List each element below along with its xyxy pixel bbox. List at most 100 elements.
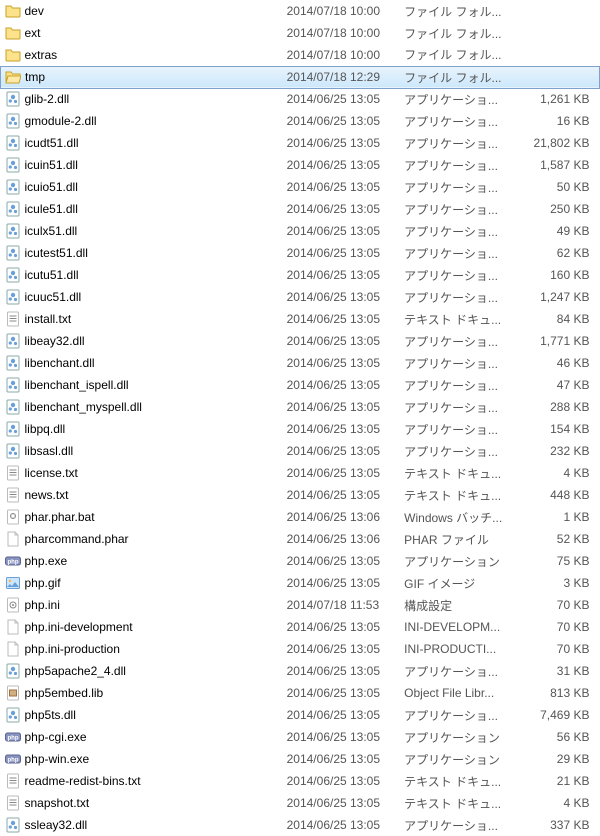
- file-name-cell[interactable]: icule51.dll: [1, 198, 283, 220]
- file-type-cell: アプリケーショ...: [400, 88, 518, 110]
- file-row[interactable]: php5ts.dll2014/06/25 13:05アプリケーショ...7,46…: [1, 704, 600, 726]
- file-name-cell[interactable]: php.ini-development: [1, 616, 283, 638]
- file-row[interactable]: news.txt2014/06/25 13:05テキスト ドキュ...448 K…: [1, 484, 600, 506]
- file-row[interactable]: gmodule-2.dll2014/06/25 13:05アプリケーショ...1…: [1, 110, 600, 132]
- file-size-cell: 70 KB: [518, 594, 600, 616]
- file-size-cell: [518, 22, 600, 44]
- file-name-cell[interactable]: libeay32.dll: [1, 330, 283, 352]
- file-name-cell[interactable]: iculx51.dll: [1, 220, 283, 242]
- file-name-label: libenchant_myspell.dll: [25, 400, 142, 414]
- file-row[interactable]: pharcommand.phar2014/06/25 13:06PHAR ファイ…: [1, 528, 600, 550]
- file-name-cell[interactable]: glib-2.dll: [1, 88, 283, 110]
- file-name-cell[interactable]: icuuc51.dll: [1, 286, 283, 308]
- file-name-cell[interactable]: php5embed.lib: [1, 682, 283, 704]
- file-name-cell[interactable]: libenchant_ispell.dll: [1, 374, 283, 396]
- file-row[interactable]: ext2014/07/18 10:00ファイル フォル...: [1, 22, 600, 44]
- file-name-cell[interactable]: phpphp-cgi.exe: [1, 726, 283, 748]
- file-row[interactable]: php.gif2014/06/25 13:05GIF イメージ3 KB: [1, 572, 600, 594]
- file-name-cell[interactable]: news.txt: [1, 484, 283, 506]
- file-name-cell[interactable]: php.ini: [1, 594, 283, 616]
- file-name-cell[interactable]: phpphp.exe: [1, 550, 283, 572]
- file-row[interactable]: libeay32.dll2014/06/25 13:05アプリケーショ...1,…: [1, 330, 600, 352]
- file-name-cell[interactable]: libenchant_myspell.dll: [1, 396, 283, 418]
- file-name-label: icudt51.dll: [25, 136, 79, 150]
- file-name-cell[interactable]: libpq.dll: [1, 418, 283, 440]
- file-row[interactable]: phpphp.exe2014/06/25 13:05アプリケーション75 KB: [1, 550, 600, 572]
- file-size-cell: [518, 0, 600, 22]
- file-row[interactable]: php5embed.lib2014/06/25 13:05Object File…: [1, 682, 600, 704]
- file-name-label: libsasl.dll: [25, 444, 74, 458]
- file-row[interactable]: icuin51.dll2014/06/25 13:05アプリケーショ...1,5…: [1, 154, 600, 176]
- file-type-cell: Object File Libr...: [400, 682, 518, 704]
- file-row[interactable]: php5apache2_4.dll2014/06/25 13:05アプリケーショ…: [1, 660, 600, 682]
- file-row[interactable]: icuio51.dll2014/06/25 13:05アプリケーショ...50 …: [1, 176, 600, 198]
- file-list[interactable]: dev2014/07/18 10:00ファイル フォル...ext2014/07…: [0, 0, 600, 836]
- file-name-cell[interactable]: install.txt: [1, 308, 283, 330]
- file-row[interactable]: extras2014/07/18 10:00ファイル フォル...: [1, 44, 600, 66]
- file-name-cell[interactable]: php.ini-production: [1, 638, 283, 660]
- file-row[interactable]: ssleay32.dll2014/06/25 13:05アプリケーショ...33…: [1, 814, 600, 836]
- file-row[interactable]: tmp2014/07/18 12:29ファイル フォル...: [1, 66, 600, 88]
- file-date-cell: 2014/06/25 13:05: [283, 726, 401, 748]
- file-date-cell: 2014/06/25 13:05: [283, 132, 401, 154]
- file-row[interactable]: php.ini-development2014/06/25 13:05INI-D…: [1, 616, 600, 638]
- file-type-cell: アプリケーション: [400, 726, 518, 748]
- file-name-cell[interactable]: readme-redist-bins.txt: [1, 770, 283, 792]
- file-row[interactable]: glib-2.dll2014/06/25 13:05アプリケーショ...1,26…: [1, 88, 600, 110]
- file-name-label: icuio51.dll: [25, 180, 78, 194]
- file-name-label: icutest51.dll: [25, 246, 88, 260]
- file-row[interactable]: icudt51.dll2014/06/25 13:05アプリケーショ...21,…: [1, 132, 600, 154]
- file-name-cell[interactable]: gmodule-2.dll: [1, 110, 283, 132]
- file-name-cell[interactable]: php.gif: [1, 572, 283, 594]
- file-name-cell[interactable]: icutest51.dll: [1, 242, 283, 264]
- file-row[interactable]: libsasl.dll2014/06/25 13:05アプリケーショ...232…: [1, 440, 600, 462]
- file-name-label: ssleay32.dll: [25, 818, 88, 832]
- file-row[interactable]: icule51.dll2014/06/25 13:05アプリケーショ...250…: [1, 198, 600, 220]
- file-row[interactable]: php.ini-production2014/06/25 13:05INI-PR…: [1, 638, 600, 660]
- file-name-label: icuuc51.dll: [25, 290, 82, 304]
- file-row[interactable]: iculx51.dll2014/06/25 13:05アプリケーショ...49 …: [1, 220, 600, 242]
- file-row[interactable]: icutest51.dll2014/06/25 13:05アプリケーショ...6…: [1, 242, 600, 264]
- file-row[interactable]: dev2014/07/18 10:00ファイル フォル...: [1, 0, 600, 22]
- file-row[interactable]: phpphp-win.exe2014/06/25 13:05アプリケーション29…: [1, 748, 600, 770]
- file-name-cell[interactable]: tmp: [1, 66, 283, 88]
- file-row[interactable]: install.txt2014/06/25 13:05テキスト ドキュ...84…: [1, 308, 600, 330]
- file-name-cell[interactable]: php5apache2_4.dll: [1, 660, 283, 682]
- file-name-cell[interactable]: phar.phar.bat: [1, 506, 283, 528]
- file-row[interactable]: libenchant_ispell.dll2014/06/25 13:05アプリ…: [1, 374, 600, 396]
- file-name-label: php-cgi.exe: [25, 730, 87, 744]
- file-name-cell[interactable]: pharcommand.phar: [1, 528, 283, 550]
- file-row[interactable]: phpphp-cgi.exe2014/06/25 13:05アプリケーション56…: [1, 726, 600, 748]
- file-date-cell: 2014/06/25 13:05: [283, 704, 401, 726]
- file-name-cell[interactable]: ext: [1, 22, 283, 44]
- file-name-label: php-win.exe: [25, 752, 90, 766]
- file-row[interactable]: phar.phar.bat2014/06/25 13:06Windows バッチ…: [1, 506, 600, 528]
- dll-icon: [5, 707, 21, 723]
- file-date-cell: 2014/06/25 13:06: [283, 528, 401, 550]
- file-row[interactable]: license.txt2014/06/25 13:05テキスト ドキュ...4 …: [1, 462, 600, 484]
- file-name-cell[interactable]: extras: [1, 44, 283, 66]
- file-row[interactable]: snapshot.txt2014/06/25 13:05テキスト ドキュ...4…: [1, 792, 600, 814]
- file-name-cell[interactable]: snapshot.txt: [1, 792, 283, 814]
- file-name-cell[interactable]: ssleay32.dll: [1, 814, 283, 836]
- file-name-cell[interactable]: icuio51.dll: [1, 176, 283, 198]
- file-size-cell: 50 KB: [518, 176, 600, 198]
- file-name-cell[interactable]: libenchant.dll: [1, 352, 283, 374]
- file-name-cell[interactable]: icutu51.dll: [1, 264, 283, 286]
- file-row[interactable]: libenchant.dll2014/06/25 13:05アプリケーショ...…: [1, 352, 600, 374]
- txt-icon: [5, 773, 21, 789]
- file-row[interactable]: icutu51.dll2014/06/25 13:05アプリケーショ...160…: [1, 264, 600, 286]
- file-row[interactable]: icuuc51.dll2014/06/25 13:05アプリケーショ...1,2…: [1, 286, 600, 308]
- file-name-cell[interactable]: icudt51.dll: [1, 132, 283, 154]
- file-name-label: license.txt: [25, 466, 78, 480]
- file-row[interactable]: libenchant_myspell.dll2014/06/25 13:05アプ…: [1, 396, 600, 418]
- file-name-cell[interactable]: php5ts.dll: [1, 704, 283, 726]
- file-name-cell[interactable]: license.txt: [1, 462, 283, 484]
- file-row[interactable]: php.ini2014/07/18 11:53構成設定70 KB: [1, 594, 600, 616]
- file-name-cell[interactable]: dev: [1, 0, 283, 22]
- file-row[interactable]: readme-redist-bins.txt2014/06/25 13:05テキ…: [1, 770, 600, 792]
- file-row[interactable]: libpq.dll2014/06/25 13:05アプリケーショ...154 K…: [1, 418, 600, 440]
- file-name-cell[interactable]: phpphp-win.exe: [1, 748, 283, 770]
- file-name-cell[interactable]: icuin51.dll: [1, 154, 283, 176]
- file-name-cell[interactable]: libsasl.dll: [1, 440, 283, 462]
